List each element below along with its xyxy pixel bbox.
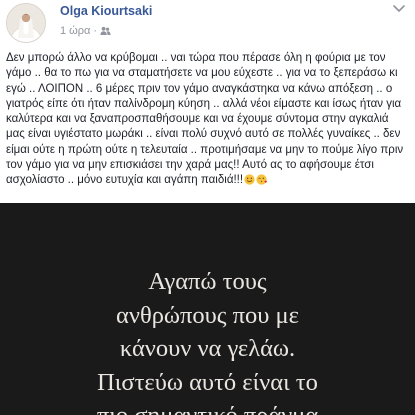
friends-icon[interactable] <box>100 26 111 36</box>
meta-separator: · <box>93 25 98 37</box>
quote-line: Πιστεύω αυτό είναι το <box>97 368 318 396</box>
post-meta: 1 ώρα · <box>60 24 111 38</box>
post-body: Δεν μπορώ άλλο να κρύβομαι .. ναι τώρα π… <box>6 52 404 187</box>
more-options-icon[interactable] <box>389 0 409 20</box>
post-timestamp[interactable]: 1 ώρα <box>60 25 90 37</box>
smiling-face-icon <box>244 174 255 186</box>
quote-line: ανθρώπους που με <box>116 301 299 329</box>
quote-image[interactable]: Αγαπώ τους ανθρώπους που με κάνουν να γε… <box>0 203 415 415</box>
quote-line: κάνουν να γελάω. <box>119 335 296 362</box>
bride-photo-icon <box>7 4 45 42</box>
quote-line: Αγαπώ τους <box>148 268 267 295</box>
facebook-post: Olga Kiourtsaki 1 ώρα · Δεν μπορώ άλλο ν… <box>0 0 415 415</box>
face-blowing-kiss-icon <box>256 174 268 186</box>
post-text: Δεν μπορώ άλλο να κρύβομαι .. ναι τώρα π… <box>6 51 410 189</box>
author-avatar[interactable] <box>6 3 46 43</box>
author-name-link[interactable]: Olga Kiourtsaki <box>60 4 152 18</box>
quote-line: πιο σημαντικό πράγμα <box>0 399 415 415</box>
quote-text: Αγαπώ τους ανθρώπους που με κάνουν να γε… <box>0 265 415 415</box>
